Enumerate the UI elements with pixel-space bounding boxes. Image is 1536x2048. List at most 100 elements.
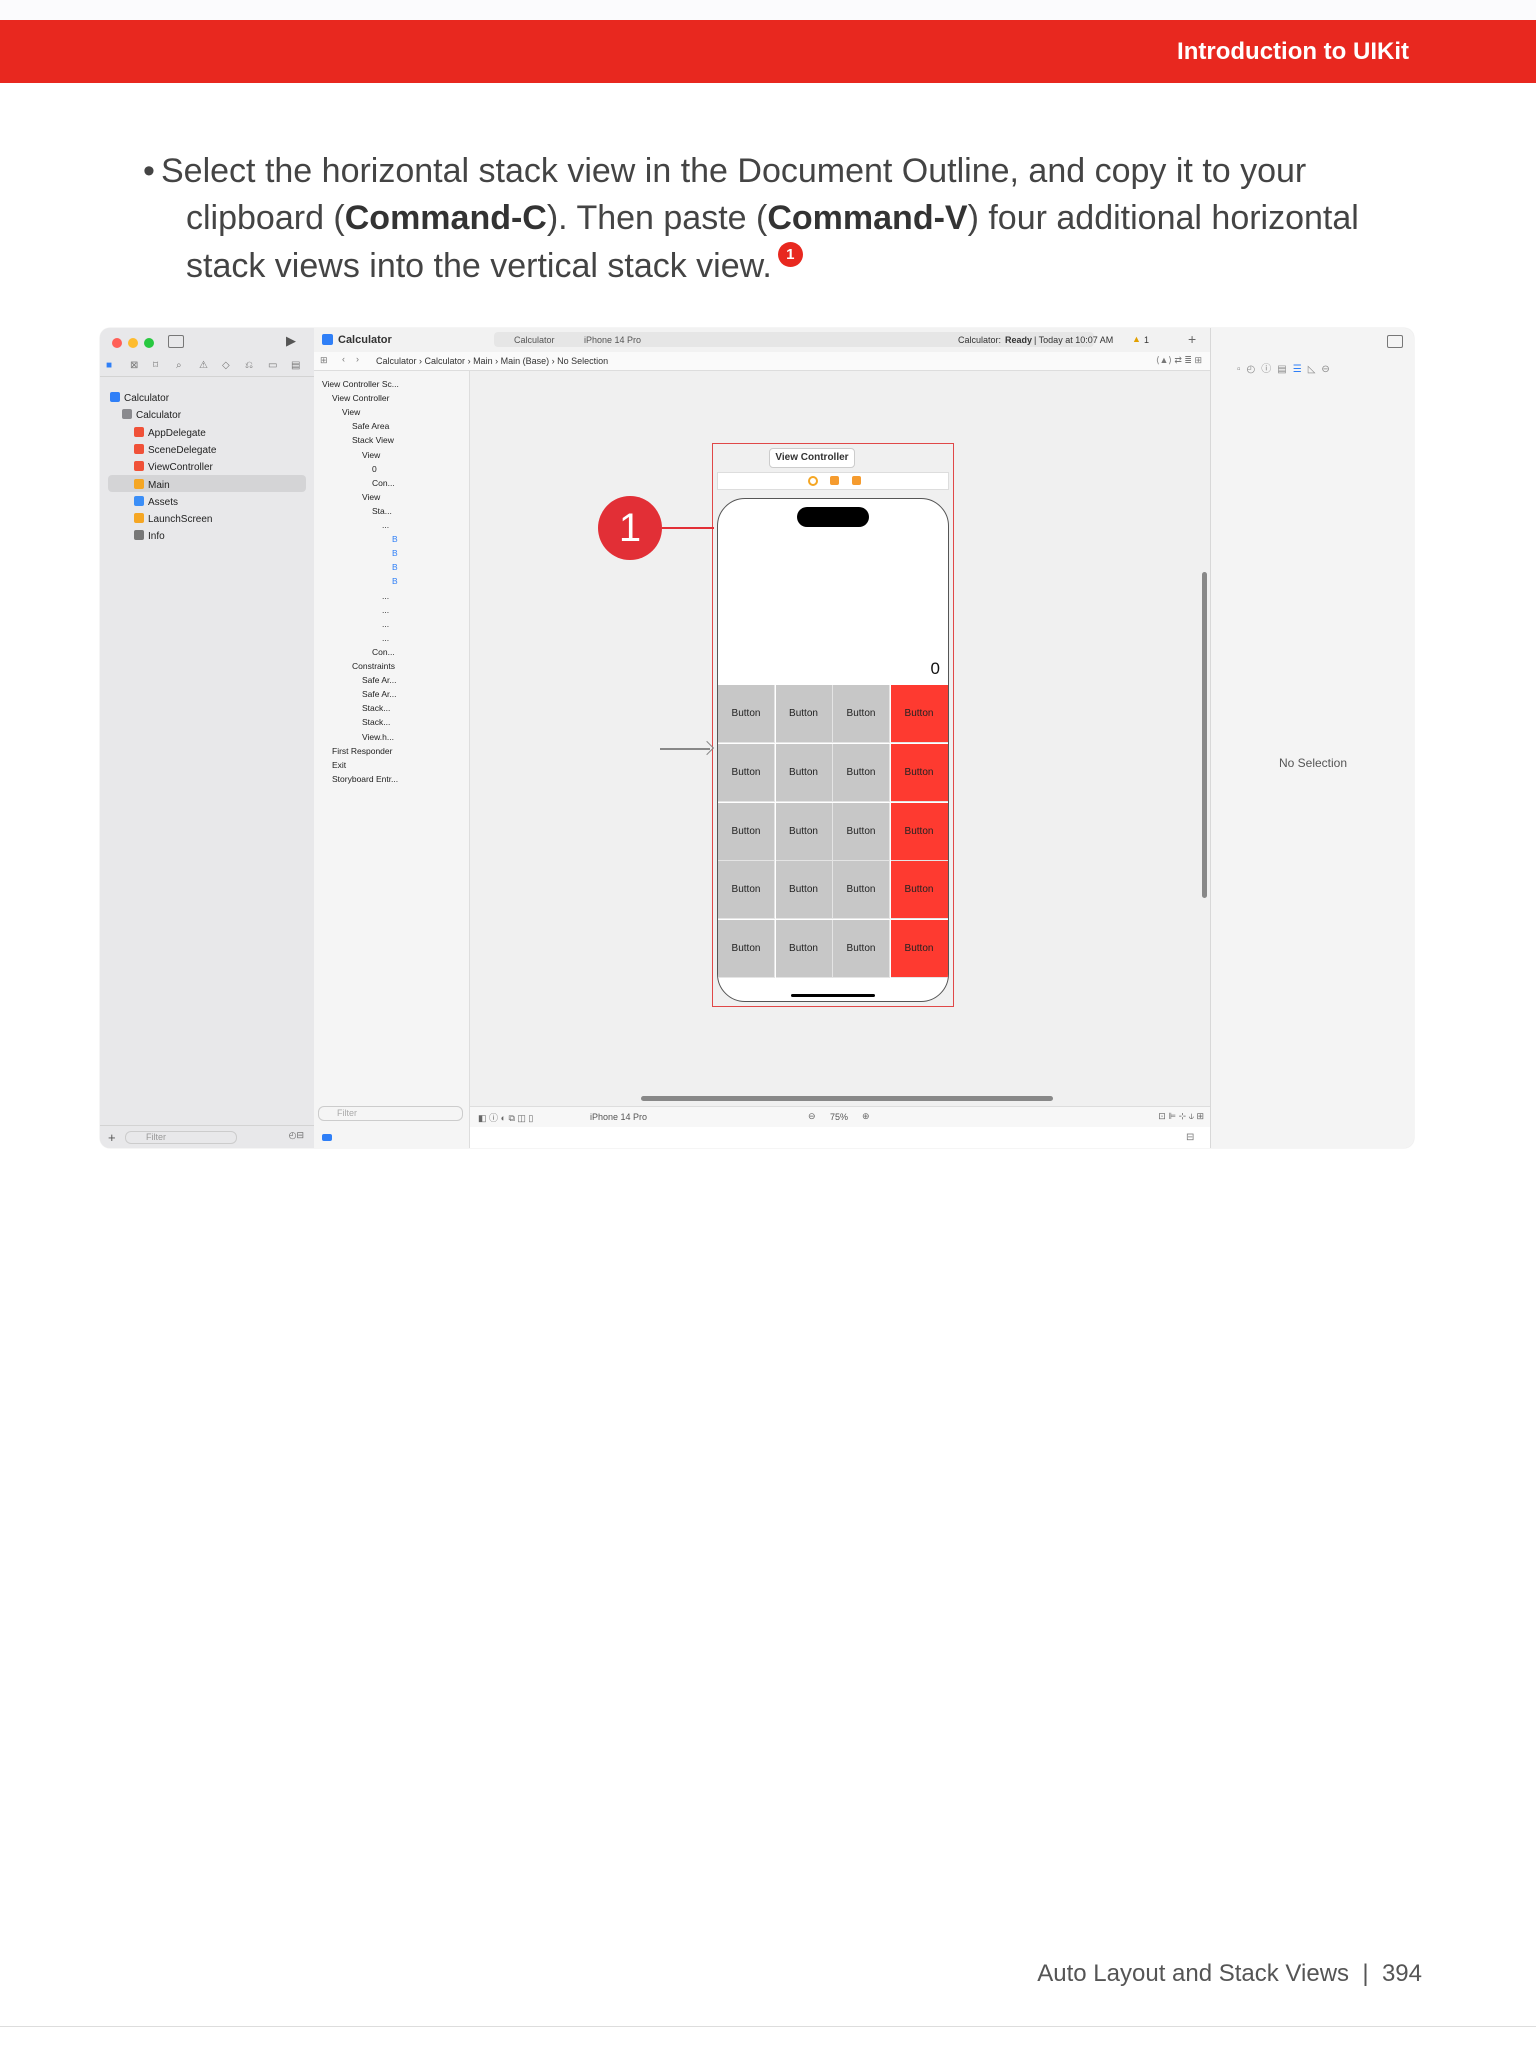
bookmark-icon[interactable]: ⌑ (153, 360, 158, 371)
outline-item[interactable]: B (392, 548, 398, 558)
calculator-button[interactable]: Button (718, 861, 775, 920)
outline-item[interactable]: ... (382, 605, 389, 615)
outline-item[interactable]: ... (382, 619, 389, 629)
calculator-button[interactable]: Button (890, 685, 948, 743)
run-icon[interactable]: ▶ (286, 333, 296, 349)
navigator-item[interactable]: Main (134, 478, 170, 491)
find-icon[interactable]: ⌕ (176, 360, 182, 371)
minimize-window-button[interactable] (128, 338, 138, 348)
view-controller-icon[interactable] (808, 476, 818, 486)
calculator-button[interactable]: Button (718, 743, 775, 802)
outline-item[interactable]: ... (382, 520, 389, 530)
vertical-scrollbar[interactable] (1202, 572, 1207, 898)
breadcrumb-item[interactable]: Calculator (425, 356, 466, 366)
report-icon[interactable]: ▤ (291, 360, 300, 371)
outline-item[interactable]: B (392, 534, 398, 544)
warning-count[interactable]: 1 (1144, 335, 1149, 345)
related-items-icon[interactable]: ⊞ (320, 355, 328, 366)
breadcrumb-item[interactable]: Main (Base) (501, 356, 550, 366)
issue-icon[interactable]: ⚠ (199, 360, 208, 371)
navigator-item[interactable]: Info (134, 530, 165, 542)
calculator-button[interactable]: Button (718, 802, 775, 861)
calculator-button[interactable]: Button (775, 861, 833, 920)
recent-files-icon[interactable]: ◴⊟ (289, 1130, 304, 1141)
breadcrumb-item[interactable]: Calculator (376, 356, 417, 366)
calculator-button[interactable]: Button (775, 743, 833, 802)
outline-item[interactable]: Exit (332, 760, 346, 770)
debug-icon[interactable]: ⎌ (245, 360, 253, 371)
navigator-filter-input[interactable]: Filter (125, 1131, 237, 1144)
horizontal-scrollbar[interactable] (641, 1096, 1053, 1101)
source-control-icon[interactable]: ⊠ (130, 360, 138, 371)
outline-item[interactable]: Storyboard Entr... (332, 774, 398, 784)
outline-item[interactable]: View Controller Sc... (322, 379, 399, 389)
outline-item[interactable]: 0 (372, 464, 377, 474)
calculator-button[interactable]: Button (833, 743, 890, 802)
add-icon[interactable]: + (1188, 331, 1196, 347)
outline-item[interactable]: Stack... (362, 703, 390, 713)
outline-item[interactable]: View Controller (332, 393, 389, 403)
editor-options-icon[interactable]: ⟨▲⟩ ⇄ ≣ ⊞ (1156, 355, 1202, 366)
navigator-item[interactable]: Calculator (122, 409, 181, 421)
zoom-level[interactable]: 75% (830, 1112, 848, 1122)
back-icon[interactable]: ‹ (342, 354, 345, 364)
calculator-button[interactable]: Button (718, 685, 775, 743)
outline-item[interactable]: Safe Area (352, 421, 389, 431)
warning-icon[interactable]: ▲ (1132, 334, 1141, 344)
run-destination[interactable]: iPhone 14 Pro (584, 335, 641, 345)
outline-item[interactable]: B (392, 576, 398, 586)
navigator-item[interactable]: SceneDelegate (134, 443, 216, 456)
outline-item[interactable]: View (362, 450, 380, 460)
navigator-item[interactable]: AppDelegate (134, 426, 206, 439)
outline-item[interactable]: View (362, 492, 380, 502)
test-icon[interactable]: ◇ (222, 360, 230, 371)
outline-item[interactable]: Constraints (352, 661, 395, 671)
calculator-button[interactable]: Button (775, 802, 833, 861)
outline-item[interactable]: B (392, 562, 398, 572)
scene-title[interactable]: View Controller (769, 448, 855, 468)
inspector-area-toggle[interactable]: ⊟ (1186, 1132, 1194, 1143)
layout-tools-icons[interactable]: ⊡ ⊫ ⊹ ⫝ ⊞ (1158, 1111, 1204, 1122)
inspector-toggle-icon[interactable] (1387, 335, 1403, 348)
zoom-out-icon[interactable]: ⊖ (808, 1111, 816, 1122)
scheme-name[interactable]: Calculator (514, 335, 555, 345)
zoom-window-button[interactable] (144, 338, 154, 348)
inspector-tabs[interactable]: ▫◴ⓘ▤☰◺⊖ (1237, 360, 1336, 375)
calculator-button[interactable]: Button (833, 685, 890, 743)
calculator-button[interactable]: Button (890, 743, 948, 802)
breadcrumb-item[interactable]: Main (473, 356, 493, 366)
outline-item[interactable]: Stack View (352, 435, 394, 445)
navigator-item[interactable]: LaunchScreen (134, 513, 213, 525)
calculator-button[interactable]: Button (833, 802, 890, 861)
outline-item[interactable]: First Responder (332, 746, 392, 756)
outline-filter-input[interactable]: Filter (318, 1106, 463, 1121)
outline-item[interactable]: Stack... (362, 717, 390, 727)
exit-icon[interactable] (852, 476, 861, 485)
navigator-item[interactable]: Assets (134, 495, 178, 508)
result-label[interactable]: 0 (931, 659, 940, 679)
calculator-button[interactable]: Button (775, 685, 833, 743)
outline-item[interactable]: View.h... (362, 732, 394, 742)
zoom-in-icon[interactable]: ⊕ (862, 1111, 870, 1122)
outline-item[interactable]: Safe Ar... (362, 689, 397, 699)
canvas-device[interactable]: iPhone 14 Pro (590, 1112, 647, 1122)
outline-item[interactable]: Con... (372, 478, 395, 488)
navigator-item[interactable]: ViewController (134, 461, 213, 473)
outline-item[interactable]: View (342, 407, 360, 417)
calculator-button[interactable]: Button (890, 920, 948, 979)
add-icon[interactable]: + (108, 1130, 116, 1145)
folder-icon[interactable]: ■ (106, 360, 112, 371)
outline-item[interactable]: Safe Ar... (362, 675, 397, 685)
outline-item[interactable]: Con... (372, 647, 395, 657)
calculator-button[interactable]: Button (718, 920, 775, 979)
sidebar-toggle-icon[interactable] (168, 335, 184, 348)
debug-area-toggle[interactable] (322, 1134, 332, 1141)
calculator-button[interactable]: Button (890, 861, 948, 920)
breakpoint-icon[interactable]: ▭ (268, 360, 277, 371)
calculator-button[interactable]: Button (775, 920, 833, 979)
outline-item[interactable]: Sta... (372, 506, 392, 516)
calculator-button[interactable]: Button (833, 920, 890, 979)
iphone-preview[interactable]: 0 Button Button Button Button Button Button Bu… (717, 498, 949, 1002)
navigator-item[interactable]: Calculator (110, 392, 169, 404)
calculator-button[interactable]: Button (890, 802, 948, 861)
